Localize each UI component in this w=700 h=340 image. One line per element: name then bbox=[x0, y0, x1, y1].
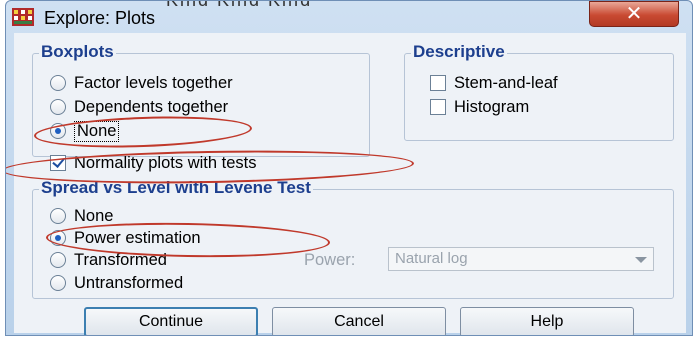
option-label: Dependents together bbox=[74, 97, 229, 116]
transformed-radio[interactable]: Transformed bbox=[50, 249, 167, 271]
untransformed-radio[interactable]: Untransformed bbox=[50, 272, 183, 294]
option-label: Stem-and-leaf bbox=[454, 73, 558, 92]
power-dropdown-value: Natural log bbox=[395, 250, 468, 267]
continue-button[interactable]: Continue bbox=[84, 307, 258, 335]
normality-plots-checkbox[interactable]: Normality plots with tests bbox=[50, 152, 256, 174]
stem-and-leaf-checkbox[interactable]: Stem-and-leaf bbox=[430, 72, 558, 94]
descriptive-legend: Descriptive bbox=[411, 42, 507, 62]
radio-selected-icon[interactable] bbox=[50, 230, 66, 246]
help-button[interactable]: Help bbox=[460, 307, 634, 335]
radio-icon[interactable] bbox=[50, 75, 66, 91]
title-bar[interactable]: Kind Kind Kind Explore: Plots ✕ bbox=[6, 1, 692, 33]
boxplots-none-radio[interactable]: None bbox=[50, 120, 120, 142]
power-dropdown[interactable]: Natural log bbox=[388, 247, 654, 271]
option-label: Untransformed bbox=[74, 273, 184, 292]
radio-icon[interactable] bbox=[50, 275, 66, 291]
checkbox-icon[interactable] bbox=[430, 75, 446, 91]
option-label: Normality plots with tests bbox=[74, 153, 257, 172]
spread-vs-level-legend: Spread vs Level with Levene Test bbox=[39, 178, 313, 198]
power-estimation-radio[interactable]: Power estimation bbox=[50, 227, 201, 249]
cancel-button[interactable]: Cancel bbox=[272, 307, 446, 335]
window-title: Explore: Plots bbox=[44, 8, 156, 28]
background-window-text: Kind Kind Kind bbox=[166, 0, 313, 10]
power-label: Power: bbox=[304, 250, 356, 269]
dialog-client-area: Boxplots Factor levels together Dependen… bbox=[14, 33, 686, 335]
option-label: Histogram bbox=[454, 97, 530, 116]
histogram-checkbox[interactable]: Histogram bbox=[430, 96, 529, 118]
option-label: Transformed bbox=[74, 250, 167, 269]
option-label: None bbox=[74, 120, 120, 142]
boxplots-factor-levels-radio[interactable]: Factor levels together bbox=[50, 72, 233, 94]
checkbox-icon[interactable] bbox=[430, 99, 446, 115]
boxplots-legend: Boxplots bbox=[39, 42, 116, 62]
close-button[interactable]: ✕ bbox=[589, 1, 679, 27]
radio-icon[interactable] bbox=[50, 252, 66, 268]
option-label: Power estimation bbox=[74, 228, 201, 247]
option-label: None bbox=[74, 206, 114, 225]
spss-app-icon bbox=[12, 8, 34, 26]
spread-none-radio[interactable]: None bbox=[50, 205, 113, 227]
chevron-down-icon[interactable] bbox=[635, 257, 647, 263]
explore-plots-dialog: Kind Kind Kind Explore: Plots ✕ Boxplots… bbox=[5, 0, 693, 336]
option-label: Factor levels together bbox=[74, 73, 233, 92]
checkbox-checked-icon[interactable] bbox=[50, 155, 66, 171]
radio-icon[interactable] bbox=[50, 208, 66, 224]
radio-selected-icon[interactable] bbox=[50, 123, 66, 139]
boxplots-dependents-together-radio[interactable]: Dependents together bbox=[50, 96, 228, 118]
radio-icon[interactable] bbox=[50, 99, 66, 115]
